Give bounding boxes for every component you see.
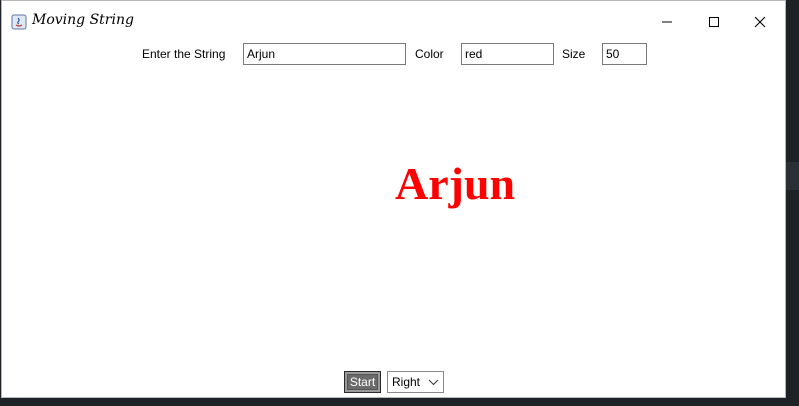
maximize-button[interactable] bbox=[699, 9, 729, 35]
string-label: Enter the String bbox=[142, 47, 226, 61]
close-icon bbox=[754, 16, 766, 28]
maximize-icon bbox=[709, 17, 719, 27]
input-controls: Enter the String Color Size bbox=[2, 43, 785, 67]
minimize-button[interactable] bbox=[652, 9, 682, 35]
minimize-icon bbox=[662, 21, 672, 23]
title-bar[interactable]: Moving String bbox=[2, 1, 785, 41]
size-input[interactable] bbox=[602, 43, 647, 65]
bottom-controls: Start Right bbox=[2, 371, 785, 395]
start-button[interactable]: Start bbox=[344, 371, 381, 393]
close-button[interactable] bbox=[745, 9, 775, 35]
app-window: Moving String Enter the String Color Siz… bbox=[1, 0, 786, 398]
string-input[interactable] bbox=[243, 43, 406, 65]
color-label: Color bbox=[415, 47, 444, 61]
direction-selected-value: Right bbox=[392, 375, 421, 389]
desktop-background bbox=[786, 162, 799, 190]
moving-string-text: Arjun bbox=[395, 158, 516, 209]
size-label: Size bbox=[562, 47, 586, 61]
chevron-down-icon bbox=[428, 379, 439, 386]
direction-dropdown[interactable]: Right bbox=[387, 371, 444, 393]
java-app-icon bbox=[11, 14, 27, 30]
window-title: Moving String bbox=[32, 12, 134, 28]
color-input[interactable] bbox=[461, 43, 554, 65]
